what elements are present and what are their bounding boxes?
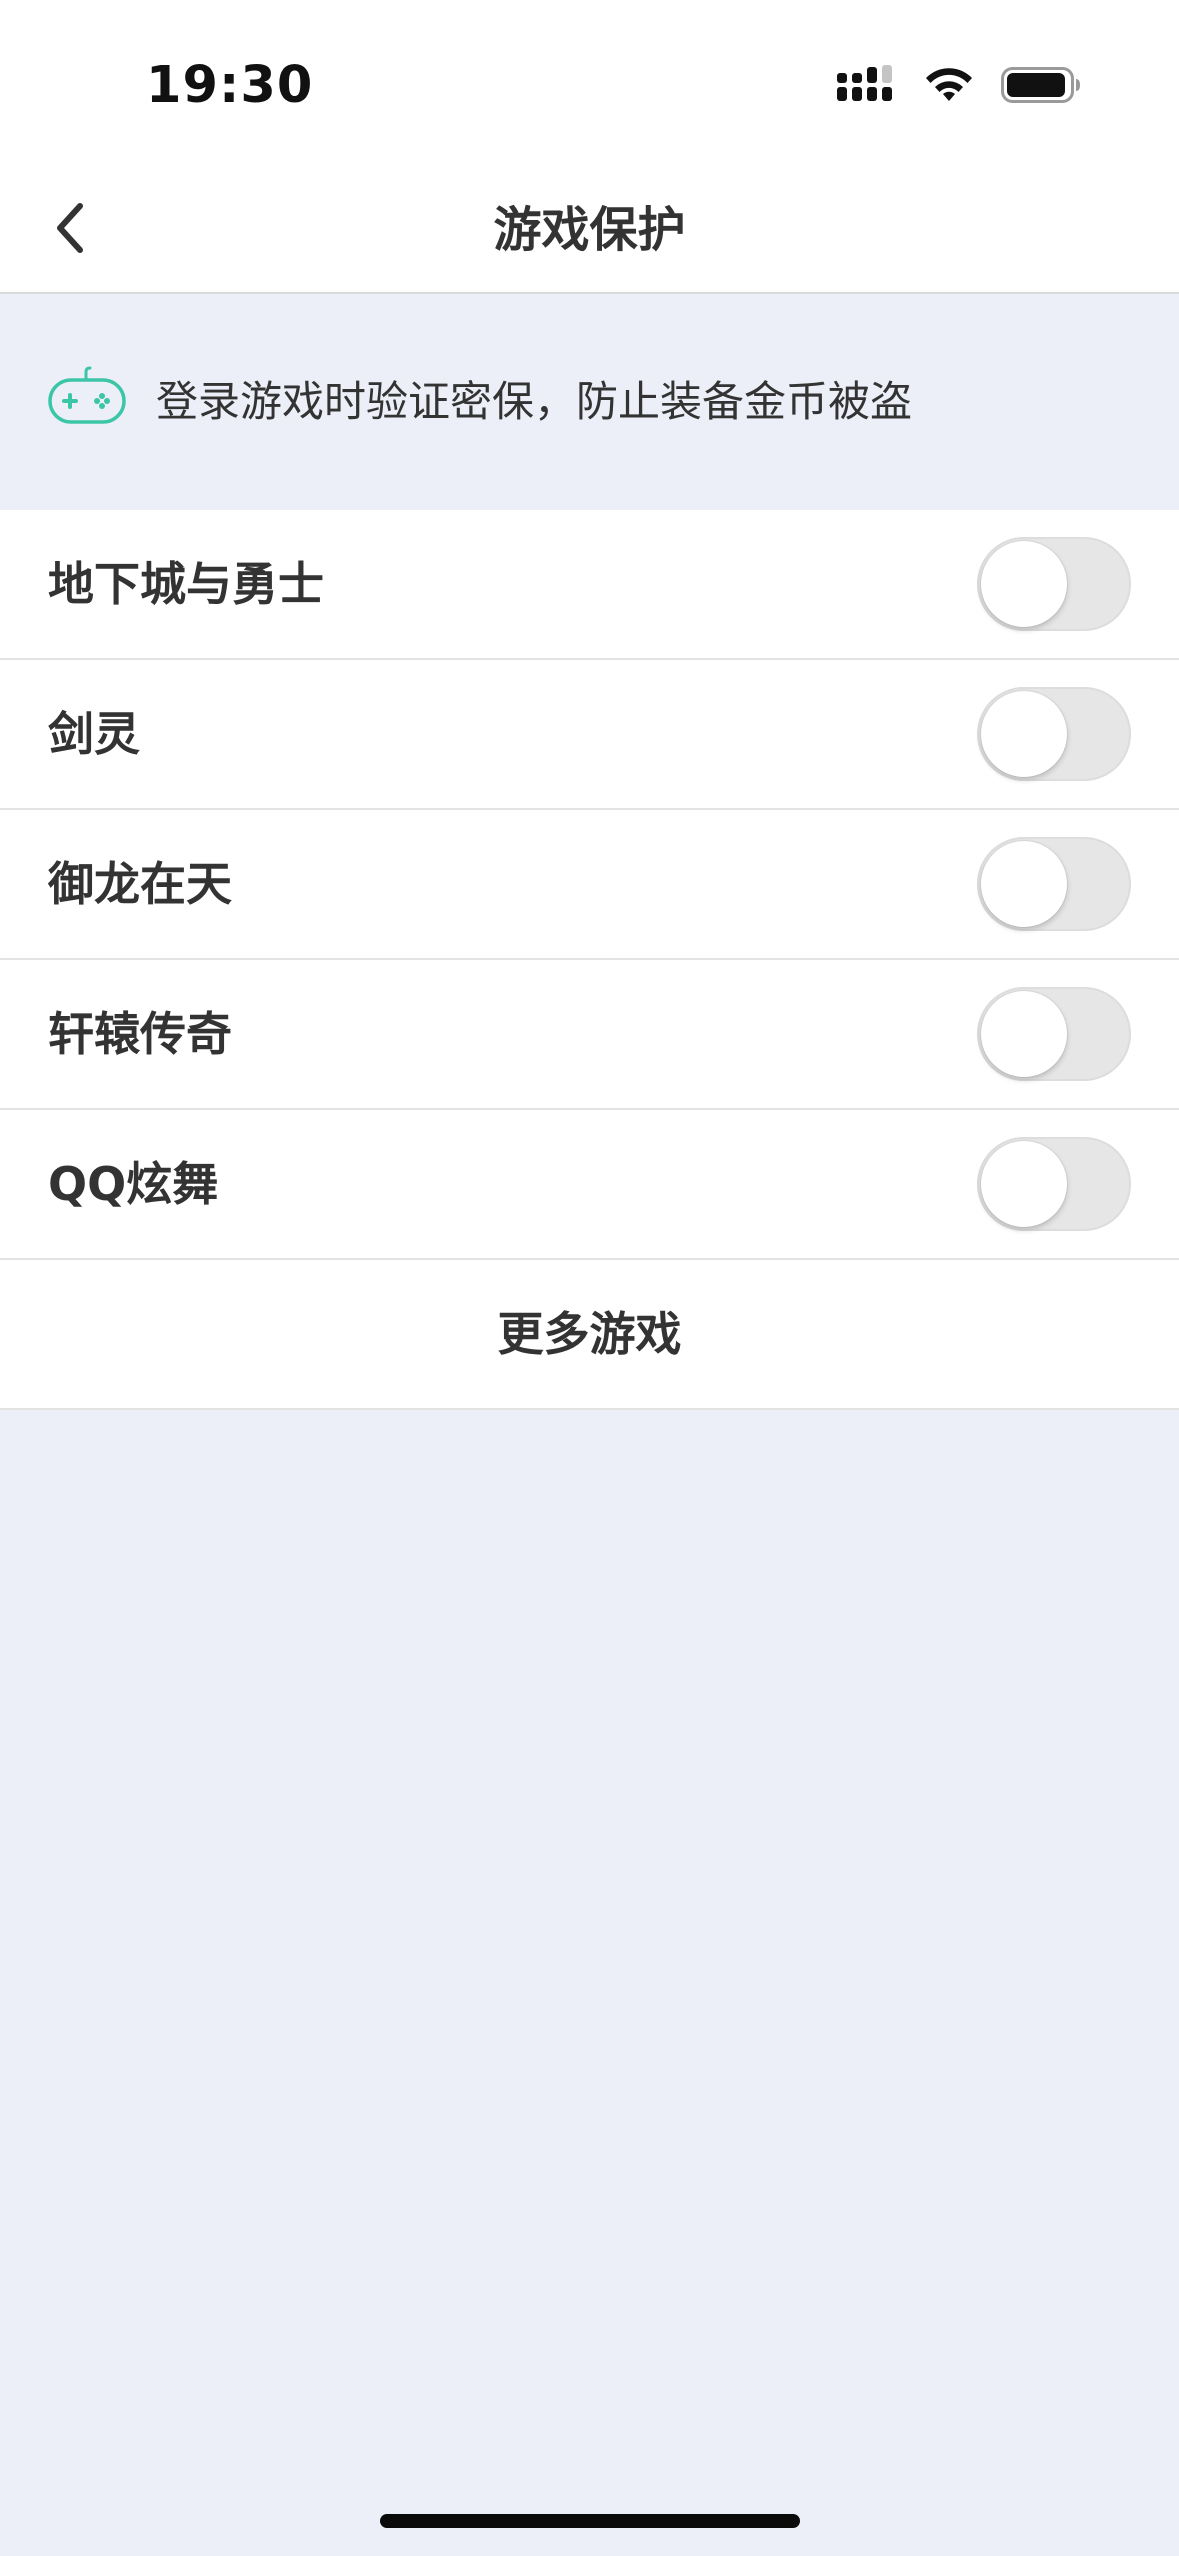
game-name: 轩辕传奇: [48, 1007, 232, 1061]
status-bar: 19:30: [0, 0, 1179, 168]
home-indicator[interactable]: [380, 2514, 800, 2528]
list-item: 轩辕传奇: [0, 960, 1179, 1110]
game-name: QQ炫舞: [48, 1157, 219, 1211]
cellular-signal-icon: [837, 65, 897, 109]
game-name: 御龙在天: [48, 857, 232, 911]
more-games-label: 更多游戏: [497, 1307, 682, 1361]
gamepad-icon: [48, 366, 126, 426]
page-title: 游戏保护: [493, 202, 686, 258]
battery-icon: [1001, 65, 1081, 109]
list-item: 御龙在天: [0, 810, 1179, 960]
list-item: 剑灵: [0, 660, 1179, 810]
more-games-button[interactable]: 更多游戏: [0, 1260, 1179, 1410]
toggle-knob: [981, 541, 1067, 627]
status-time: 19:30: [146, 56, 314, 115]
protection-toggle[interactable]: [977, 837, 1131, 931]
notice-text: 登录游戏时验证密保，防止装备金币被盗: [156, 377, 913, 426]
protection-toggle[interactable]: [977, 987, 1131, 1081]
toggle-knob: [981, 841, 1067, 927]
game-name: 地下城与勇士: [48, 557, 324, 611]
protection-toggle[interactable]: [977, 687, 1131, 781]
game-list: 地下城与勇士 剑灵 御龙在天 轩辕传奇 QQ炫舞 更多游戏: [0, 510, 1179, 1410]
wifi-icon: [923, 65, 975, 109]
protection-toggle[interactable]: [977, 1137, 1131, 1231]
nav-bar: 游戏保护: [0, 168, 1179, 294]
toggle-knob: [981, 991, 1067, 1077]
list-item: 地下城与勇士: [0, 510, 1179, 660]
notice-banner: 登录游戏时验证密保，防止装备金币被盗: [0, 294, 1179, 510]
toggle-knob: [981, 1141, 1067, 1227]
game-name: 剑灵: [48, 707, 140, 761]
protection-toggle[interactable]: [977, 537, 1131, 631]
list-item: QQ炫舞: [0, 1110, 1179, 1260]
toggle-knob: [981, 691, 1067, 777]
status-icons: [837, 64, 1081, 110]
